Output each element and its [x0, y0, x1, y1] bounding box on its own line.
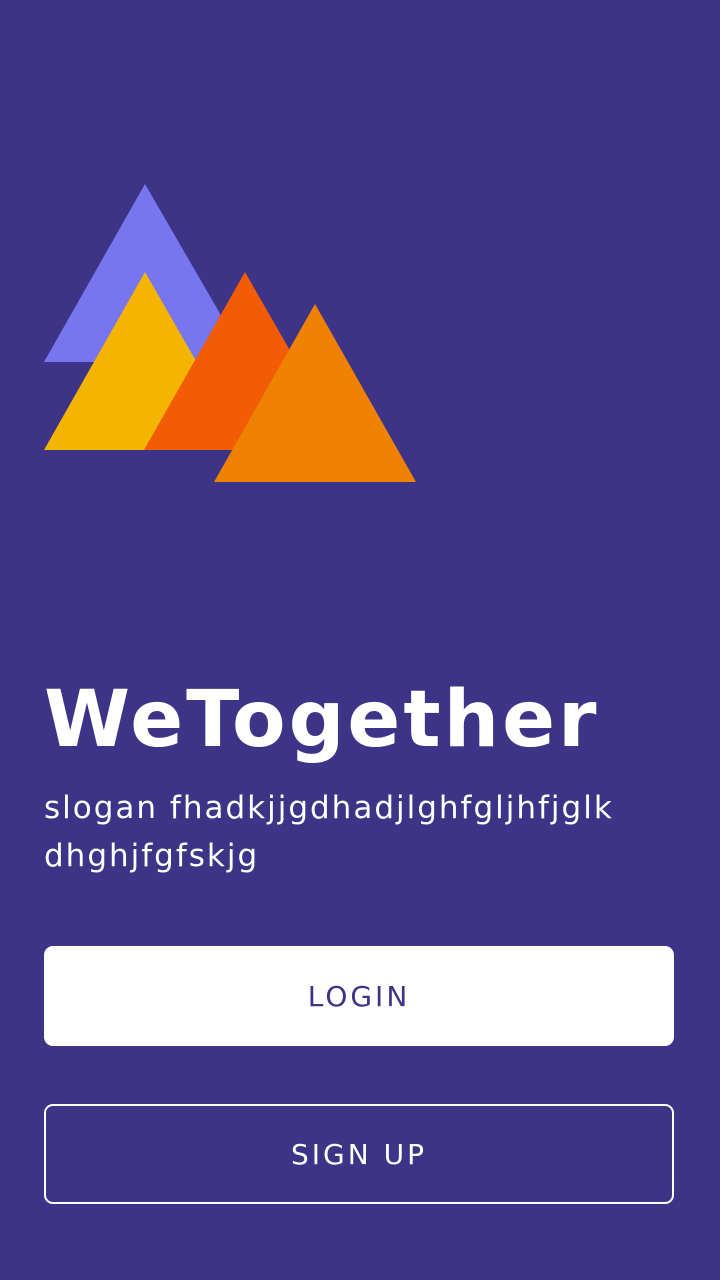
login-button[interactable]: LOGIN: [44, 946, 674, 1046]
app-title: WeTogether: [44, 675, 600, 765]
welcome-screen: WeTogether slogan fhadkjjgdhadjlghfgljhf…: [0, 0, 720, 1280]
mountains-logo-icon: [44, 184, 416, 482]
sign-up-button[interactable]: SIGN UP: [44, 1104, 674, 1204]
app-slogan: slogan fhadkjjgdhadjlghfgljhfjglk dhghjf…: [44, 790, 614, 874]
